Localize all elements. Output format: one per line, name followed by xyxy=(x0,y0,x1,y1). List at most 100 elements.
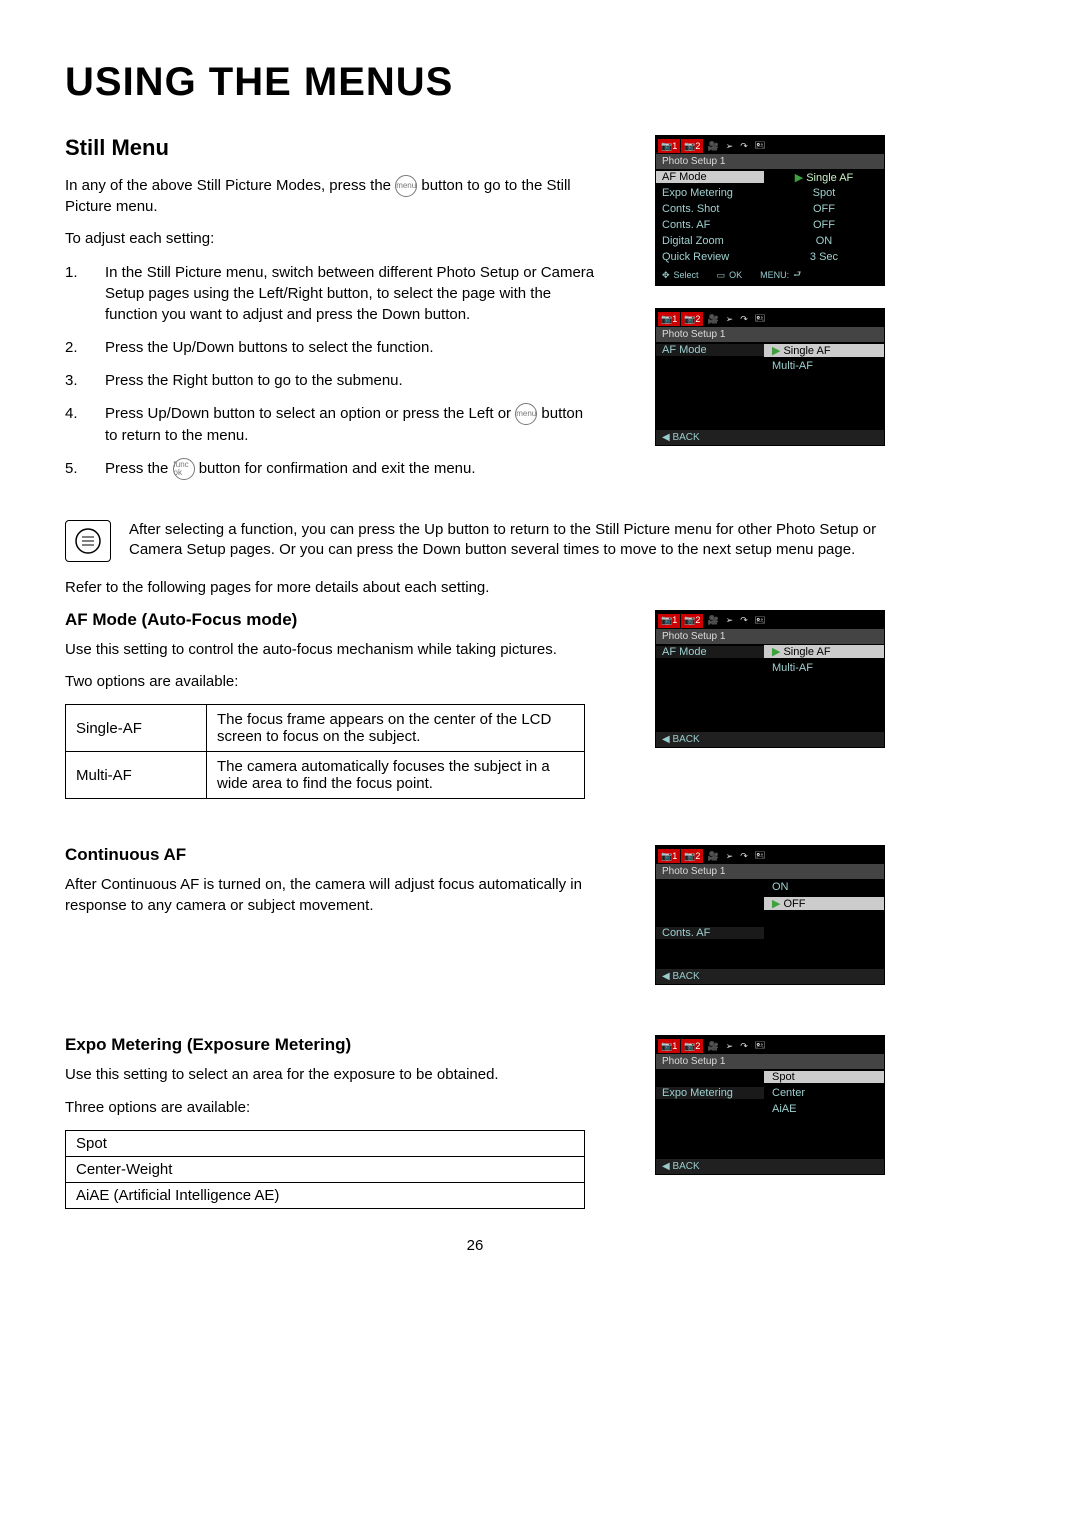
step-1: In the Still Picture menu, switch betwee… xyxy=(65,262,595,325)
note-text: After selecting a function, you can pres… xyxy=(129,520,885,561)
cam-row-expo: Expo MeteringCenter xyxy=(656,1085,884,1101)
arrow-right-icon: ▶ xyxy=(772,646,780,658)
cam-row-conts-af: Conts. AF xyxy=(656,925,884,941)
menu-button-icon: menu xyxy=(515,403,537,425)
cam-row-value: Spot xyxy=(764,187,884,199)
camera-screenshot-expo-submenu: 📷1 📷2 🎥 ➢ ↷ 🖭 Photo Setup 1 Spot Expo Me… xyxy=(655,1035,885,1175)
cam-row-af-mode: AF Mode ▶Single AF xyxy=(656,169,884,185)
text: Press Up/Down button to select an option… xyxy=(105,405,515,422)
cam-back-hint: ◀ BACK xyxy=(656,430,884,445)
cam-row-conts-shot: Conts. ShotOFF xyxy=(656,201,884,217)
cam-sub-option-selected: Spot xyxy=(764,1071,884,1083)
cam-tab-reset-icon: ↷ xyxy=(737,1039,751,1053)
table-row: AiAE (Artificial Intelligence AE) xyxy=(66,1182,585,1208)
cam-tab-video-icon: 🎥 xyxy=(704,312,721,326)
intro-paragraph-2: To adjust each setting: xyxy=(65,229,595,249)
cam-row-label: Conts. AF xyxy=(656,927,764,939)
cam-row: Multi-AF xyxy=(656,358,884,374)
table-row: Single-AF The focus frame appears on the… xyxy=(66,705,585,752)
cam-tab-play-icon: ➢ xyxy=(723,614,737,628)
cam-footer-menu: MENU: ⮐ xyxy=(760,267,801,283)
cam-tab-photo2: 📷2 xyxy=(681,849,703,863)
cam-tabbar: 📷1 📷2 🎥 ➢ ↷ 🖭 xyxy=(656,309,884,327)
text: OFF xyxy=(783,898,805,910)
cam-row-af-mode: AF Mode ▶Single AF xyxy=(656,342,884,358)
cam-sub-option: ON xyxy=(764,881,884,893)
cam-back-hint: ◀ BACK xyxy=(656,1159,884,1174)
step-3: Press the Right button to go to the subm… xyxy=(65,370,595,391)
cam-row-label: Expo Metering xyxy=(656,187,764,199)
func-ok-button-icon: func ok xyxy=(173,458,195,480)
cam-footer: ✥ Select ▭ OK MENU: ⮐ xyxy=(656,265,884,285)
text: Single AF xyxy=(783,345,830,357)
three-options-text: Three options are available: xyxy=(65,1098,595,1118)
cam-breadcrumb: Photo Setup 1 xyxy=(656,629,884,644)
cam-tab-video-icon: 🎥 xyxy=(704,139,721,153)
cam-row-label: AF Mode xyxy=(656,646,764,658)
camera-screenshot-af-submenu: 📷1 📷2 🎥 ➢ ↷ 🖭 Photo Setup 1 AF Mode ▶Sin… xyxy=(655,308,885,446)
cam-tab-photo1: 📷1 xyxy=(658,849,680,863)
note-box: After selecting a function, you can pres… xyxy=(65,520,885,562)
caf-text: After Continuous AF is turned on, the ca… xyxy=(65,875,595,916)
cam-tab-photo1: 📷1 xyxy=(658,312,680,326)
arrow-right-icon: ▶ xyxy=(772,898,780,910)
cam-tab-video-icon: 🎥 xyxy=(704,1039,721,1053)
cam-row-conts-af: Conts. AFOFF xyxy=(656,217,884,233)
text: BACK xyxy=(672,734,699,745)
expo-options-table: Spot Center-Weight AiAE (Artificial Inte… xyxy=(65,1130,585,1209)
cam-tab-play-icon: ➢ xyxy=(723,312,737,326)
cam-row: Spot xyxy=(656,1069,884,1085)
cam-back-hint: ◀ BACK xyxy=(656,969,884,984)
cam-tab-reset-icon: ↷ xyxy=(737,849,751,863)
af-text: Use this setting to control the auto-foc… xyxy=(65,640,595,660)
section-heading-continuous-af: Continuous AF xyxy=(65,845,595,865)
table-row: Center-Weight xyxy=(66,1156,585,1182)
cam-tab-reset-icon: ↷ xyxy=(737,139,751,153)
table-row: Multi-AF The camera automatically focuse… xyxy=(66,752,585,799)
cam-row: Multi-AF xyxy=(656,660,884,676)
cam-sub-option-selected: ▶OFF xyxy=(764,897,884,910)
cam-sub-option-selected: ▶Single AF xyxy=(764,344,884,357)
text: Select xyxy=(674,270,699,280)
af-options-table: Single-AF The focus frame appears on the… xyxy=(65,704,585,799)
cam-tab-photo2: 📷2 xyxy=(681,614,703,628)
cam-row-value: 3 Sec xyxy=(764,251,884,263)
cam-tab-play-icon: ➢ xyxy=(723,139,737,153)
cam-row-quick-review: Quick Review3 Sec xyxy=(656,249,884,265)
cam-tab-storage-icon: 🖭 xyxy=(752,139,769,153)
cam-row-label: AF Mode xyxy=(656,344,764,356)
step-2: Press the Up/Down buttons to select the … xyxy=(65,337,595,358)
cam-row-label: Conts. AF xyxy=(656,219,764,231)
cam-breadcrumb: Photo Setup 1 xyxy=(656,1054,884,1069)
section-heading-expo-metering: Expo Metering (Exposure Metering) xyxy=(65,1035,595,1055)
table-cell: Single-AF xyxy=(66,705,207,752)
table-cell: Center-Weight xyxy=(66,1156,585,1182)
cam-row-digital-zoom: Digital ZoomON xyxy=(656,233,884,249)
arrow-right-icon: ▶ xyxy=(772,345,780,357)
cam-tabbar: 📷1 📷2 🎥 ➢ ↷ 🖭 xyxy=(656,136,884,154)
table-cell: AiAE (Artificial Intelligence AE) xyxy=(66,1182,585,1208)
cam-tabbar: 📷1 📷2 🎥 ➢ ↷ 🖭 xyxy=(656,611,884,629)
cam-tab-storage-icon: 🖭 xyxy=(752,849,769,863)
cam-breadcrumb: Photo Setup 1 xyxy=(656,327,884,342)
cam-row-value: OFF xyxy=(764,219,884,231)
step-5: Press the func ok button for confirmatio… xyxy=(65,458,595,480)
cam-tab-reset-icon: ↷ xyxy=(737,614,751,628)
text: Press the xyxy=(105,460,173,477)
camera-screenshot-af-submenu-2: 📷1 📷2 🎥 ➢ ↷ 🖭 Photo Setup 1 AF Mode ▶Sin… xyxy=(655,610,885,748)
page-number: 26 xyxy=(65,1237,885,1254)
cam-sub-option: AiAE xyxy=(764,1103,884,1115)
cam-tab-photo2: 📷2 xyxy=(681,1039,703,1053)
table-cell: Multi-AF xyxy=(66,752,207,799)
cam-row-value: OFF xyxy=(764,203,884,215)
note-icon xyxy=(65,520,111,562)
text: Single AF xyxy=(783,646,830,658)
text: Spot xyxy=(772,1071,795,1083)
text: OK xyxy=(729,270,742,280)
table-cell: The camera automatically focuses the sub… xyxy=(207,752,585,799)
cam-footer-select: ✥ Select xyxy=(662,267,699,283)
two-options-text: Two options are available: xyxy=(65,672,595,692)
table-cell: The focus frame appears on the center of… xyxy=(207,705,585,752)
cam-row-label: AF Mode xyxy=(656,171,764,183)
camera-screenshot-main: 📷1 📷2 🎥 ➢ ↷ 🖭 Photo Setup 1 AF Mode ▶Sin… xyxy=(655,135,885,286)
